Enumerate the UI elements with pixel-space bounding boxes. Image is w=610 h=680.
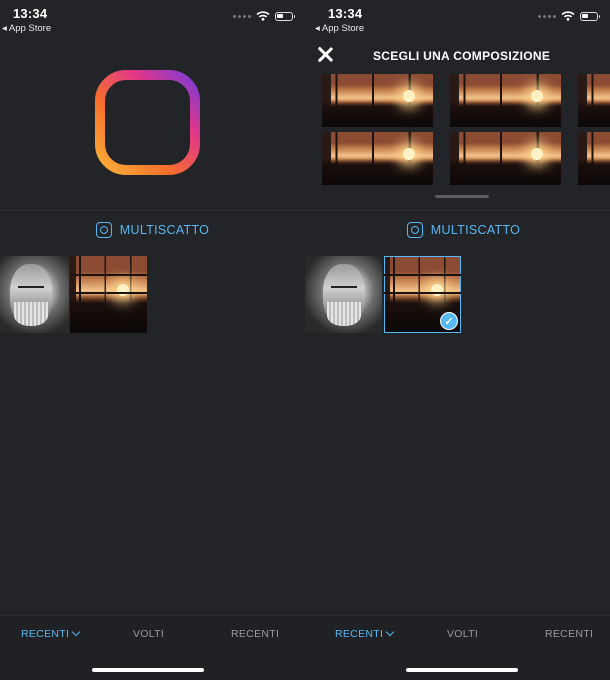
divider bbox=[305, 210, 610, 211]
multiscatto-icon bbox=[406, 222, 423, 238]
portrait-eyes bbox=[331, 286, 357, 292]
portrait-photo[interactable] bbox=[305, 256, 382, 333]
layout-cell bbox=[578, 132, 610, 185]
window-bar bbox=[384, 292, 461, 294]
layout-cell bbox=[450, 132, 561, 185]
signal-icon bbox=[233, 14, 251, 18]
window-bar bbox=[384, 274, 461, 276]
layout-cell bbox=[322, 132, 433, 185]
checkmark-icon: ✓ bbox=[440, 312, 458, 330]
sun-highlight bbox=[117, 284, 129, 296]
home-indicator bbox=[92, 668, 204, 672]
drag-handle[interactable] bbox=[435, 195, 489, 198]
tab-recenti[interactable]: RECENTI bbox=[545, 628, 593, 640]
screen-right: 13:34 ◂ App Store SCEGLI UNA COMPOSIZION… bbox=[305, 0, 610, 680]
sunset-photo[interactable] bbox=[70, 256, 147, 333]
tab-label: VOLTI bbox=[133, 628, 165, 640]
portrait-eyes bbox=[18, 286, 44, 292]
tab-volti[interactable]: VOLTI bbox=[447, 628, 478, 640]
portrait-photo[interactable] bbox=[0, 256, 69, 333]
status-icons bbox=[233, 11, 295, 21]
layout-option[interactable] bbox=[322, 74, 433, 185]
layout-cell bbox=[578, 74, 610, 127]
tab-label: RECENTI bbox=[21, 628, 70, 640]
composition-header: SCEGLI UNA COMPOSIZIONE bbox=[305, 40, 610, 70]
wifi-icon bbox=[561, 11, 575, 21]
multiscatto-label: MULTISCATTO bbox=[119, 223, 210, 237]
divider bbox=[0, 210, 305, 211]
portrait-beard bbox=[327, 302, 361, 326]
layout-cell bbox=[450, 74, 561, 127]
tab-volti[interactable]: VOLTI bbox=[133, 628, 164, 640]
layout-cell bbox=[322, 74, 433, 127]
wifi-icon bbox=[256, 11, 270, 21]
layout-choices bbox=[322, 74, 610, 186]
layout-option[interactable] bbox=[578, 74, 610, 185]
multiscatto-button[interactable]: MULTISCATTO bbox=[0, 222, 305, 238]
tab-recenti[interactable]: RECENTI bbox=[231, 628, 279, 640]
multiscatto-button[interactable]: MULTISCATTO bbox=[311, 222, 610, 238]
sunset-photo-selected[interactable]: ✓ bbox=[384, 256, 461, 333]
sun-highlight bbox=[403, 90, 415, 102]
layout-option[interactable] bbox=[450, 74, 561, 185]
tab-label: RECENTI bbox=[231, 628, 280, 640]
sun-highlight bbox=[531, 148, 543, 160]
tab-label: RECENTI bbox=[335, 628, 384, 640]
screen-left: 13:34 ◂ App Store MULTISCATTO RECENTI VO… bbox=[0, 0, 305, 680]
layout-logo-area bbox=[0, 40, 305, 210]
battery-icon bbox=[275, 11, 295, 21]
status-time: 13:34 bbox=[13, 6, 48, 21]
sun-highlight bbox=[403, 148, 415, 160]
window-bar bbox=[70, 274, 147, 276]
back-to-app-store[interactable]: ◂ App Store bbox=[2, 23, 51, 34]
status-time: 13:34 bbox=[328, 6, 363, 21]
home-indicator bbox=[406, 668, 518, 672]
layout-logo-icon bbox=[95, 70, 200, 175]
back-to-app-store[interactable]: ◂ App Store bbox=[315, 23, 364, 34]
sun-highlight bbox=[431, 284, 443, 296]
tab-label: VOLTI bbox=[447, 628, 479, 640]
chevron-down-icon bbox=[71, 627, 81, 637]
tab-label: RECENTI bbox=[545, 628, 594, 640]
status-icons bbox=[538, 11, 600, 21]
tab-recenti-dropdown[interactable]: RECENTI bbox=[335, 627, 395, 640]
multiscatto-icon bbox=[95, 222, 112, 238]
overlay-title: SCEGLI UNA COMPOSIZIONE bbox=[373, 49, 551, 63]
close-icon[interactable] bbox=[317, 46, 333, 62]
battery-icon bbox=[580, 11, 600, 21]
signal-icon bbox=[538, 14, 556, 18]
portrait-beard bbox=[14, 302, 48, 326]
chevron-down-icon bbox=[385, 627, 395, 637]
sun-highlight bbox=[531, 90, 543, 102]
tab-recenti-dropdown[interactable]: RECENTI bbox=[21, 627, 81, 640]
multiscatto-label: MULTISCATTO bbox=[430, 223, 521, 237]
window-bar bbox=[70, 292, 147, 294]
